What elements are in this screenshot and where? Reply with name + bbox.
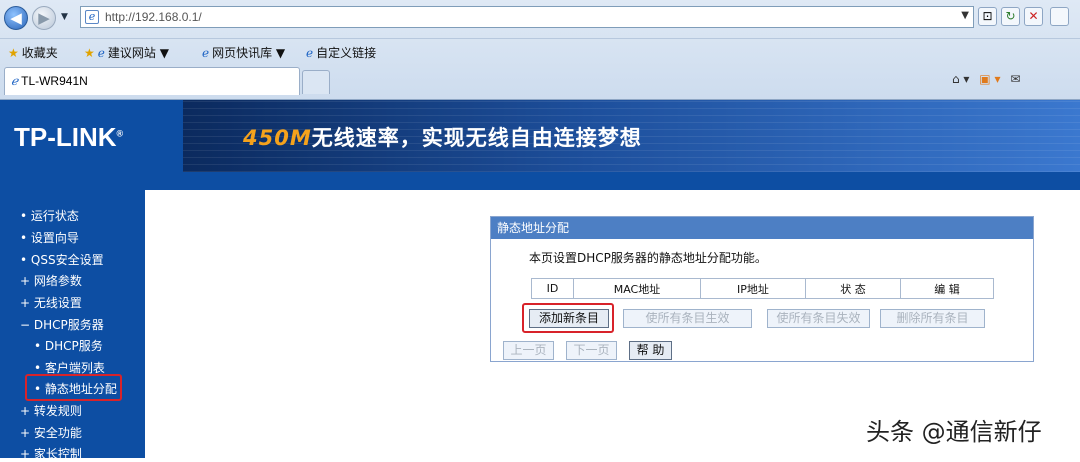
address-text[interactable]: http://192.168.0.1/ bbox=[105, 10, 202, 24]
ie-page-icon: ℯ bbox=[97, 46, 105, 60]
address-bar[interactable]: e http://192.168.0.1/ ▼ bbox=[80, 6, 974, 28]
sidebar-item-network[interactable]: + 网络参数 bbox=[20, 272, 82, 289]
help-button[interactable]: 帮 助 bbox=[629, 341, 672, 360]
sidebar-item-wizard[interactable]: • 设置向导 bbox=[20, 229, 79, 246]
column-header-ip: IP地址 bbox=[700, 278, 806, 299]
ie-page-icon: ℯ bbox=[11, 74, 19, 88]
sidebar-item-label: 设置向导 bbox=[30, 231, 79, 245]
new-tab-button[interactable] bbox=[302, 70, 330, 94]
watermark: 头条 @通信新仔 bbox=[866, 418, 1042, 446]
prev-page-button[interactable]: 上一页 bbox=[503, 341, 554, 360]
back-button[interactable]: ◀ bbox=[4, 6, 28, 30]
star-icon: ★ bbox=[8, 46, 19, 60]
mail-icon[interactable]: ✉ bbox=[1010, 72, 1020, 86]
navigation-bar: ◀ ▶ ▼ e http://192.168.0.1/ ▼ ⊡ ↻ ✕ bbox=[0, 0, 1080, 36]
favorite-label: 自定义链接 bbox=[316, 46, 377, 60]
forward-button[interactable]: ▶ bbox=[32, 6, 56, 30]
sidebar-item-label: 安全功能 bbox=[33, 426, 82, 440]
sidebar-item-label: 转发规则 bbox=[33, 404, 82, 418]
sidebar-item-parental[interactable]: + 家长控制 bbox=[20, 445, 82, 462]
page-header: TP-LINK® 450M无线速率，实现无线自由连接梦想 bbox=[0, 100, 1080, 176]
browser-chrome: ◀ ▶ ▼ e http://192.168.0.1/ ▼ ⊡ ↻ ✕ ★ 收藏夹… bbox=[0, 0, 1080, 100]
favorite-web-slice-gallery[interactable]: ℯ 网页快讯库 ▼ bbox=[202, 44, 285, 61]
stop-icon[interactable]: ✕ bbox=[1024, 7, 1043, 26]
address-dropdown-icon[interactable]: ▼ bbox=[961, 10, 969, 21]
tab-active[interactable]: ℯ TL-WR941N bbox=[4, 67, 300, 95]
router-admin-page: TP-LINK® 450M无线速率，实现无线自由连接梦想 • 运行状态 • 设置… bbox=[0, 100, 1080, 461]
home-icon[interactable]: ⌂ ▾ bbox=[952, 72, 969, 86]
disable-all-button[interactable]: 使所有条目失效 bbox=[767, 309, 870, 328]
sidebar-item-label: 运行状态 bbox=[30, 209, 79, 223]
favorites-label: 收藏夹 bbox=[21, 46, 58, 60]
sidebar-item-label: QSS安全设置 bbox=[30, 253, 104, 267]
header-banner: 450M无线速率，实现无线自由连接梦想 bbox=[183, 100, 1080, 172]
favorites-button[interactable]: ★ 收藏夹 bbox=[8, 44, 58, 61]
static-address-panel: 静态地址分配 本页设置DHCP服务器的静态地址分配功能。 ID MAC地址 IP… bbox=[490, 216, 1034, 362]
compatibility-icon[interactable]: ⊡ bbox=[978, 7, 997, 26]
tab-row: ℯ TL-WR941N ⌂ ▾ ▣ ▾ ✉ bbox=[0, 66, 1080, 100]
sidebar-item-label: 客户端列表 bbox=[44, 361, 105, 375]
sidebar-item-label: DHCP服务 bbox=[44, 339, 103, 353]
logo-text: TP-LINK bbox=[14, 122, 117, 152]
sidebar-item-status[interactable]: • 运行状态 bbox=[20, 207, 79, 224]
slogan-text: 无线速率，实现无线自由连接梦想 bbox=[311, 126, 642, 150]
favorite-custom-links[interactable]: ℯ 自定义链接 bbox=[306, 44, 376, 61]
panel-title: 静态地址分配 bbox=[491, 217, 1033, 239]
tplink-logo: TP-LINK® bbox=[14, 122, 124, 152]
sidebar-item-security[interactable]: + 安全功能 bbox=[20, 424, 82, 441]
sidebar-item-dhcp-service[interactable]: • DHCP服务 bbox=[34, 337, 103, 354]
page-icon: e bbox=[85, 10, 99, 24]
history-dropdown-icon[interactable]: ▼ bbox=[61, 12, 68, 22]
enable-all-button[interactable]: 使所有条目生效 bbox=[623, 309, 752, 328]
column-header-edit: 编 辑 bbox=[900, 278, 994, 299]
column-header-id: ID bbox=[531, 278, 574, 299]
column-header-mac: MAC地址 bbox=[573, 278, 701, 299]
favorites-bar: ★ 收藏夹 ★ ℯ 建议网站 ▼ ℯ 网页快讯库 ▼ ℯ 自定义链接 bbox=[0, 38, 1080, 64]
highlight-box-add bbox=[522, 303, 614, 333]
sidebar-item-wireless[interactable]: + 无线设置 bbox=[20, 294, 82, 311]
favorite-label: 建议网站 ▼ bbox=[107, 46, 169, 60]
add-favorite-icon: ★ bbox=[84, 46, 95, 60]
table-header-row: ID MAC地址 IP地址 状 态 编 辑 bbox=[531, 278, 994, 299]
sidebar-item-label: DHCP服务器 bbox=[33, 318, 104, 332]
slogan-speed: 450M bbox=[243, 126, 312, 150]
favorite-suggested-sites[interactable]: ★ ℯ 建议网站 ▼ bbox=[84, 44, 169, 61]
delete-all-button[interactable]: 删除所有条目 bbox=[880, 309, 985, 328]
sidebar-item-qss[interactable]: • QSS安全设置 bbox=[20, 251, 104, 268]
favorite-label: 网页快讯库 ▼ bbox=[212, 46, 286, 60]
highlight-box-sidebar bbox=[25, 374, 122, 401]
refresh-icon[interactable]: ↻ bbox=[1001, 7, 1020, 26]
header-strip bbox=[0, 176, 1080, 190]
sidebar-item-forwarding[interactable]: + 转发规则 bbox=[20, 402, 82, 419]
slogan: 450M无线速率，实现无线自由连接梦想 bbox=[243, 122, 642, 152]
sidebar-item-label: 家长控制 bbox=[33, 447, 82, 461]
panel-description: 本页设置DHCP服务器的静态地址分配功能。 bbox=[529, 251, 767, 265]
search-box-edge[interactable] bbox=[1050, 7, 1069, 26]
static-address-table: ID MAC地址 IP地址 状 态 编 辑 bbox=[531, 278, 994, 299]
sidebar-item-label: 网络参数 bbox=[33, 274, 82, 288]
ie-page-icon: ℯ bbox=[306, 46, 314, 60]
feeds-icon[interactable]: ▣ ▾ bbox=[979, 72, 1000, 86]
sidebar-item-label: 无线设置 bbox=[33, 296, 82, 310]
next-page-button[interactable]: 下一页 bbox=[566, 341, 617, 360]
command-bar: ⌂ ▾ ▣ ▾ ✉ bbox=[952, 72, 1020, 86]
tab-title: TL-WR941N bbox=[21, 74, 88, 88]
column-header-status: 状 态 bbox=[805, 278, 901, 299]
sidebar-item-dhcp-server[interactable]: − DHCP服务器 bbox=[20, 316, 104, 333]
ie-page-icon: ℯ bbox=[202, 46, 210, 60]
